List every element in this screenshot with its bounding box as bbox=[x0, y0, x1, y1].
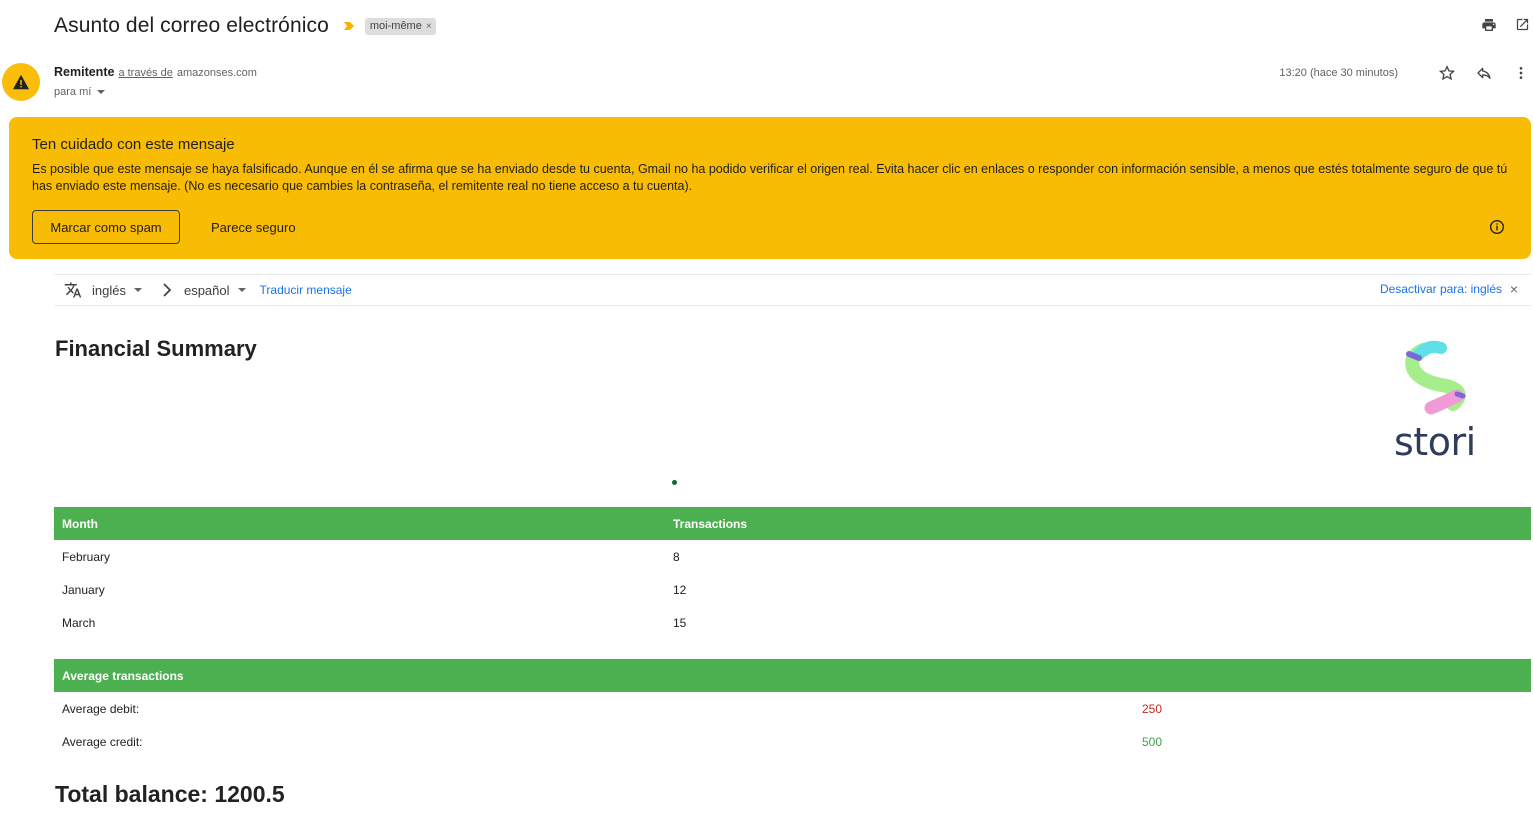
source-language-label: inglés bbox=[92, 282, 126, 298]
looks-safe-button[interactable]: Parece seguro bbox=[203, 210, 304, 244]
warning-title: Ten cuidado con este mensaje bbox=[32, 136, 235, 153]
translate-bar: inglés español Traducir mensaje Desactiv… bbox=[54, 274, 1531, 306]
close-icon[interactable]: × bbox=[1510, 281, 1518, 297]
financial-summary-title: Financial Summary bbox=[55, 336, 257, 361]
remove-label-icon[interactable]: × bbox=[426, 21, 432, 32]
average-transactions-header: Average transactions bbox=[54, 659, 1531, 692]
message-time: 13:20 (hace 30 minutos) bbox=[1279, 66, 1398, 79]
more-vert-icon[interactable] bbox=[1512, 64, 1529, 81]
importance-marker-icon[interactable] bbox=[343, 20, 355, 32]
table-header-row: Month Transactions bbox=[54, 507, 1531, 540]
email-subject: Asunto del correo electrónico bbox=[54, 14, 329, 37]
star-icon[interactable] bbox=[1438, 64, 1455, 81]
average-debit-label: Average debit: bbox=[62, 701, 140, 716]
table-row: March 15 bbox=[54, 606, 1531, 639]
average-transactions-table: Average transactions Average debit: 250 … bbox=[54, 659, 1531, 758]
table-row: January 12 bbox=[54, 573, 1531, 606]
header-actions bbox=[1480, 16, 1531, 33]
recipient-toggle[interactable]: para mí bbox=[54, 86, 106, 98]
average-debit-value: 250 bbox=[1142, 701, 1163, 716]
label-chip[interactable]: moi-même × bbox=[364, 17, 436, 35]
reply-icon[interactable] bbox=[1475, 64, 1492, 81]
sender-name[interactable]: Remitente bbox=[54, 65, 114, 79]
stori-logo-text: stori bbox=[1394, 420, 1476, 464]
info-icon[interactable] bbox=[1489, 219, 1505, 240]
warning-body: Es posible que este mensaje se haya fals… bbox=[32, 162, 1508, 193]
chevron-down-icon bbox=[97, 90, 106, 94]
transactions-table: Month Transactions February 8 January 12… bbox=[54, 507, 1531, 639]
open-new-window-icon[interactable] bbox=[1514, 16, 1531, 33]
target-language-label: español bbox=[183, 282, 230, 298]
warning-icon bbox=[13, 74, 29, 90]
chevron-down-icon bbox=[133, 288, 142, 292]
chevron-down-icon bbox=[237, 288, 246, 292]
subject-row: Asunto del correo electrónico moi-même × bbox=[54, 12, 436, 40]
sender-domain: amazonses.com bbox=[176, 67, 257, 79]
translate-icon bbox=[64, 282, 82, 298]
disable-translation-link[interactable]: Desactivar para: inglés bbox=[1380, 282, 1502, 296]
message-meta: 13:20 (hace 30 minutos) bbox=[1279, 64, 1529, 81]
transactions-cell: 8 bbox=[673, 549, 680, 564]
transactions-cell: 12 bbox=[673, 582, 687, 597]
column-header-transactions: Transactions bbox=[665, 507, 1531, 540]
column-header-month: Month bbox=[54, 507, 665, 540]
table-row: Average credit: 500 bbox=[54, 725, 1531, 758]
sender-avatar[interactable] bbox=[2, 63, 40, 101]
mark-as-spam-button[interactable]: Marcar como spam bbox=[32, 210, 180, 244]
translate-message-link[interactable]: Traducir mensaje bbox=[260, 283, 352, 297]
month-cell: March bbox=[62, 615, 96, 630]
sender-line: Remitente a través de amazonses.com bbox=[54, 65, 257, 79]
print-icon[interactable] bbox=[1480, 16, 1497, 33]
month-cell: January bbox=[62, 582, 105, 597]
average-credit-label: Average credit: bbox=[62, 734, 143, 749]
month-cell: February bbox=[62, 549, 111, 564]
decorative-dot bbox=[672, 480, 677, 485]
recipient-text: para mí bbox=[54, 86, 92, 98]
total-balance: Total balance: 1200.5 bbox=[55, 781, 285, 807]
average-credit-value: 500 bbox=[1142, 734, 1163, 749]
table-header-row: Average transactions bbox=[54, 659, 1531, 692]
spoof-warning-banner: Ten cuidado con este mensaje Es posible … bbox=[9, 117, 1531, 259]
table-row: February 8 bbox=[54, 540, 1531, 573]
chevron-right-icon bbox=[163, 283, 172, 297]
via-link[interactable]: a través de bbox=[118, 67, 172, 79]
transactions-cell: 15 bbox=[673, 615, 687, 630]
label-chip-text: moi-même bbox=[369, 20, 422, 32]
source-language-select[interactable]: inglés bbox=[92, 283, 142, 298]
target-language-select[interactable]: español bbox=[184, 283, 246, 298]
table-row: Average debit: 250 bbox=[54, 692, 1531, 725]
